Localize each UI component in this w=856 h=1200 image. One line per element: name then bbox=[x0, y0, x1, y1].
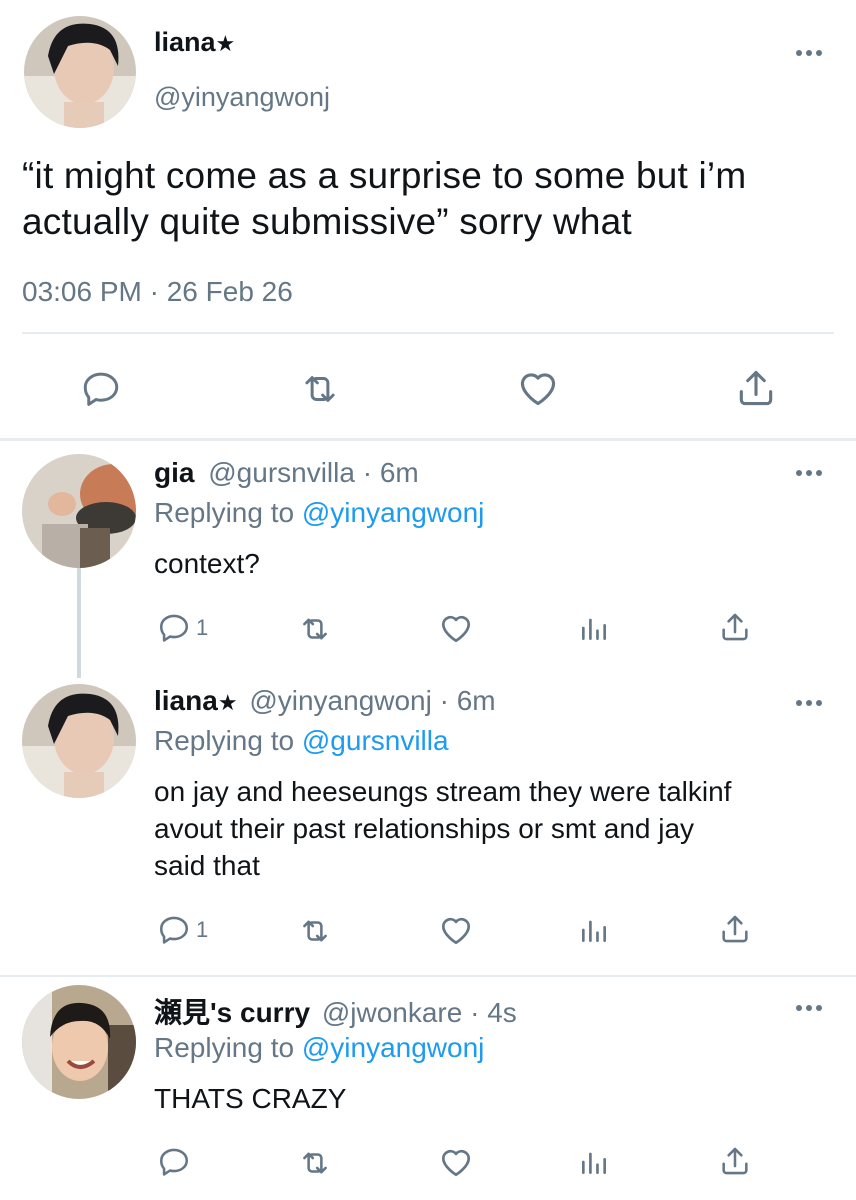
reply-icon[interactable] bbox=[80, 368, 122, 410]
thread-line bbox=[77, 566, 81, 678]
reply-button[interactable]: 1 bbox=[156, 611, 208, 645]
share-icon[interactable] bbox=[734, 366, 778, 410]
reply-icon bbox=[159, 614, 189, 642]
reply-icon bbox=[159, 1148, 189, 1176]
retweet-icon[interactable] bbox=[296, 914, 334, 948]
star-badge: ★ bbox=[215, 31, 236, 56]
display-name-text: liana bbox=[154, 685, 218, 716]
reply-header: gia @gursnvilla · 6m bbox=[154, 457, 419, 489]
more-options-icon[interactable] bbox=[794, 697, 824, 709]
analytics-icon[interactable] bbox=[578, 612, 610, 644]
divider bbox=[0, 975, 856, 977]
like-icon[interactable] bbox=[437, 610, 475, 646]
star-badge: ★ bbox=[217, 690, 238, 715]
replying-to-label: Replying to bbox=[154, 1032, 295, 1063]
reply-text-line: THATS CRAZY bbox=[154, 1083, 347, 1114]
reply-count: 1 bbox=[196, 917, 209, 942]
reply-count: 1 bbox=[196, 615, 209, 640]
more-options-icon[interactable] bbox=[794, 467, 824, 479]
avatar[interactable] bbox=[24, 16, 136, 128]
handle-and-time[interactable]: @yinyangwonj · 6m bbox=[249, 685, 495, 716]
retweet-icon[interactable] bbox=[296, 612, 334, 646]
replying-to: Replying to @yinyangwonj bbox=[154, 497, 484, 529]
display-name[interactable]: gia bbox=[154, 457, 194, 488]
divider bbox=[22, 332, 834, 334]
analytics-icon[interactable] bbox=[578, 914, 610, 946]
reply-text: context? bbox=[154, 546, 260, 582]
reply-icon bbox=[159, 916, 189, 944]
tweet-text-line: “it might come as a surprise to some but… bbox=[22, 155, 747, 196]
retweet-icon[interactable] bbox=[296, 1146, 334, 1180]
replying-to: Replying to @yinyangwonj bbox=[154, 1032, 484, 1064]
reply-text-line: context? bbox=[154, 548, 260, 579]
share-icon[interactable] bbox=[718, 610, 752, 644]
replying-to-link[interactable]: @yinyangwonj bbox=[302, 497, 485, 528]
like-icon[interactable] bbox=[437, 1144, 475, 1180]
replying-to-link[interactable]: @yinyangwonj bbox=[302, 1032, 485, 1063]
replying-to-link[interactable]: @gursnvilla bbox=[302, 725, 449, 756]
reply-text-line: said that bbox=[154, 850, 260, 881]
display-name[interactable]: liana★ bbox=[154, 27, 235, 58]
user-handle[interactable]: @yinyangwonj bbox=[154, 82, 330, 113]
display-name[interactable]: liana★ bbox=[154, 685, 238, 716]
replying-to: Replying to @gursnvilla bbox=[154, 725, 449, 757]
tweet-text: “it might come as a surprise to some but… bbox=[22, 153, 746, 245]
tweet-text-line: actually quite submissive” sorry what bbox=[22, 201, 632, 242]
divider bbox=[0, 438, 856, 441]
like-icon[interactable] bbox=[515, 366, 561, 410]
replying-to-label: Replying to bbox=[154, 497, 295, 528]
handle-and-time[interactable]: @gursnvilla · 6m bbox=[208, 457, 418, 488]
reply-header: liana★ @yinyangwonj · 6m bbox=[154, 685, 496, 717]
avatar[interactable] bbox=[22, 985, 136, 1099]
more-options-icon[interactable] bbox=[794, 1002, 824, 1014]
analytics-icon[interactable] bbox=[578, 1146, 610, 1178]
reply-button[interactable] bbox=[156, 1145, 196, 1179]
tweet-timestamp[interactable]: 03:06 PM · 26 Feb 26 bbox=[22, 276, 293, 308]
like-icon[interactable] bbox=[437, 912, 475, 948]
reply-header: 瀬見's curry @jwonkare · 4s bbox=[154, 991, 517, 1031]
retweet-icon[interactable] bbox=[297, 368, 343, 410]
reply-text-line: avout their past relationships or smt an… bbox=[154, 813, 695, 844]
replying-to-label: Replying to bbox=[154, 725, 295, 756]
display-name-text: liana bbox=[154, 27, 216, 57]
reply-button[interactable]: 1 bbox=[156, 913, 208, 947]
handle-and-time[interactable]: @jwonkare · 4s bbox=[322, 997, 517, 1028]
reply-text: THATS CRAZY bbox=[154, 1081, 346, 1117]
avatar[interactable] bbox=[22, 684, 136, 798]
display-name[interactable]: 瀬見's curry bbox=[154, 997, 310, 1028]
more-options-icon[interactable] bbox=[794, 47, 824, 59]
avatar[interactable] bbox=[22, 454, 136, 568]
reply-text-line: on jay and heeseungs stream they were ta… bbox=[154, 776, 732, 807]
share-icon[interactable] bbox=[718, 1144, 752, 1178]
share-icon[interactable] bbox=[718, 912, 752, 946]
reply-text: on jay and heeseungs stream they were ta… bbox=[154, 773, 731, 884]
